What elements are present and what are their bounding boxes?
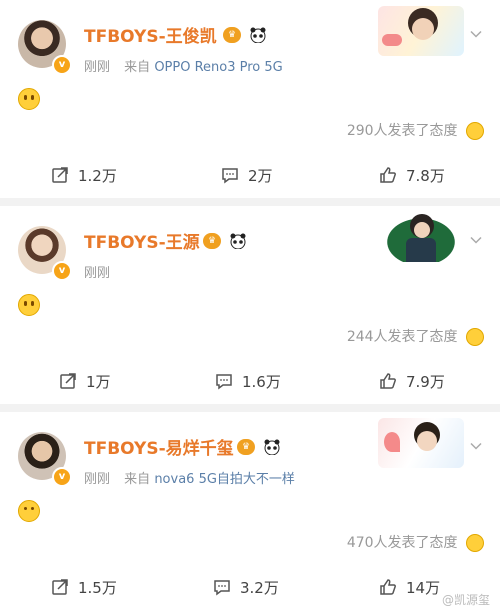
repost-button[interactable]: 1.2万 bbox=[50, 160, 117, 190]
panda-emoji-icon bbox=[250, 27, 266, 43]
post-meta: 刚刚 来自 nova6 5G自拍大不一样 bbox=[84, 468, 295, 487]
comment-icon bbox=[222, 168, 238, 184]
action-bar: 1.5万 3.2万 14万 bbox=[0, 572, 500, 602]
source-prefix: 来自 bbox=[124, 472, 151, 487]
weibo-post: v TFBOYS-王源 ♛ 刚刚 244人发表了态度 1万 1.6万 7.9万 bbox=[0, 206, 500, 404]
attitude-count: 470人发表了态度 bbox=[346, 535, 458, 551]
weibo-post: v TFBOYS-王俊凯 ♛ 刚刚 来自 OPPO Reno3 Pro 5G 2… bbox=[0, 0, 500, 198]
like-button[interactable]: 7.9万 bbox=[378, 366, 445, 396]
comment-button[interactable]: 1.6万 bbox=[214, 366, 281, 396]
name-badges: ♛ bbox=[203, 230, 247, 250]
source-prefix: 来自 bbox=[124, 60, 151, 75]
weibo-post: v TFBOYS-易烊千玺 ♛ 刚刚 来自 nova6 5G自拍大不一样 470… bbox=[0, 412, 500, 614]
share-icon bbox=[52, 167, 68, 183]
share-icon bbox=[60, 373, 76, 389]
comment-count: 3.2万 bbox=[240, 578, 279, 597]
attitude-count: 290人发表了态度 bbox=[346, 123, 458, 139]
repost-count: 1万 bbox=[86, 372, 111, 391]
repost-count: 1.2万 bbox=[78, 166, 117, 185]
repost-button[interactable]: 1万 bbox=[58, 366, 111, 396]
vip-badge-icon: ♛ bbox=[223, 26, 241, 43]
like-button[interactable]: 14万 bbox=[378, 572, 440, 602]
like-count: 7.8万 bbox=[406, 166, 445, 185]
laughing-emoji-icon bbox=[18, 500, 40, 522]
like-icon bbox=[380, 579, 396, 595]
verified-badge-icon: v bbox=[52, 467, 72, 487]
username[interactable]: TFBOYS-易烊千玺 bbox=[84, 434, 234, 459]
comment-button[interactable]: 2万 bbox=[220, 160, 273, 190]
username[interactable]: TFBOYS-王源 bbox=[84, 228, 200, 253]
decoration-card[interactable] bbox=[378, 418, 464, 468]
like-icon bbox=[380, 373, 396, 389]
action-bar: 1万 1.6万 7.9万 bbox=[0, 366, 500, 396]
post-time: 刚刚 bbox=[84, 472, 111, 487]
decoration-card[interactable] bbox=[378, 212, 464, 262]
smile-emoji-icon bbox=[18, 88, 40, 110]
attitude-summary[interactable]: 244人发表了态度 bbox=[347, 326, 484, 346]
repost-count: 1.5万 bbox=[78, 578, 117, 597]
like-icon bbox=[380, 167, 396, 183]
comment-button[interactable]: 3.2万 bbox=[212, 572, 279, 602]
smile-emoji-icon bbox=[466, 328, 484, 346]
post-time: 刚刚 bbox=[84, 266, 111, 281]
panda-emoji-icon bbox=[230, 233, 246, 249]
device-source[interactable]: OPPO Reno3 Pro 5G bbox=[154, 60, 282, 75]
like-button[interactable]: 7.8万 bbox=[378, 160, 445, 190]
vip-badge-icon: ♛ bbox=[237, 438, 255, 455]
smile-emoji-icon bbox=[466, 122, 484, 140]
verified-badge-icon: v bbox=[52, 55, 72, 75]
smile-emoji-icon bbox=[466, 534, 484, 552]
chevron-down-icon[interactable] bbox=[470, 28, 482, 40]
comment-count: 1.6万 bbox=[242, 372, 281, 391]
like-count: 14万 bbox=[406, 578, 441, 597]
post-meta: 刚刚 bbox=[84, 262, 110, 281]
chevron-down-icon[interactable] bbox=[470, 234, 482, 246]
share-icon bbox=[52, 579, 68, 595]
attitude-summary[interactable]: 290人发表了态度 bbox=[347, 120, 484, 140]
attitude-count: 244人发表了态度 bbox=[346, 329, 458, 345]
chevron-down-icon[interactable] bbox=[470, 440, 482, 452]
watermark: @凯源玺 bbox=[441, 593, 490, 607]
device-source[interactable]: nova6 5G自拍大不一样 bbox=[154, 472, 295, 487]
like-count: 7.9万 bbox=[406, 372, 445, 391]
post-meta: 刚刚 来自 OPPO Reno3 Pro 5G bbox=[84, 56, 283, 75]
name-badges: ♛ bbox=[237, 436, 281, 456]
post-time: 刚刚 bbox=[84, 60, 111, 75]
action-bar: 1.2万 2万 7.8万 bbox=[0, 160, 500, 190]
comment-icon bbox=[214, 580, 230, 596]
panda-emoji-icon bbox=[264, 439, 280, 455]
username[interactable]: TFBOYS-王俊凯 bbox=[84, 22, 217, 47]
vip-badge-icon: ♛ bbox=[203, 232, 221, 249]
surprised-emoji-icon bbox=[18, 294, 40, 316]
repost-button[interactable]: 1.5万 bbox=[50, 572, 117, 602]
verified-badge-icon: v bbox=[52, 261, 72, 281]
comment-count: 2万 bbox=[248, 166, 273, 185]
comment-icon bbox=[216, 374, 232, 390]
name-badges: ♛ bbox=[223, 24, 267, 44]
attitude-summary[interactable]: 470人发表了态度 bbox=[347, 532, 484, 552]
decoration-card[interactable] bbox=[378, 6, 464, 56]
